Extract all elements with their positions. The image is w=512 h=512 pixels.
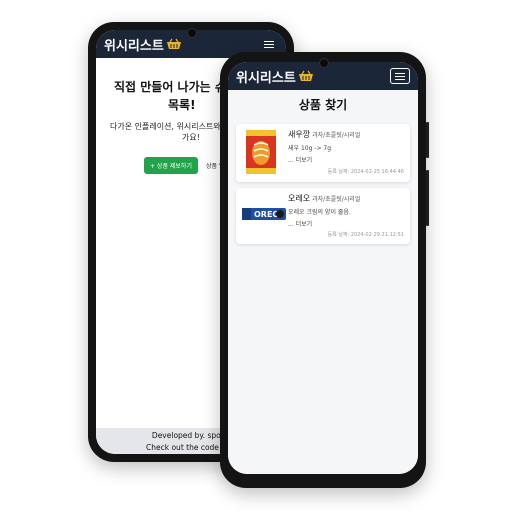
oreo-package-icon: OREO — [242, 208, 286, 220]
product-description: 오레오 크림의 양이 줄음. — [288, 209, 351, 216]
product-card[interactable]: 새우깡 과자/초콜릿/시리얼 새우 10g -> 7g ... 더보기 등록 날짜… — [236, 124, 410, 182]
read-more-link[interactable]: ... 더보기 — [288, 219, 312, 228]
svg-text:OREO: OREO — [254, 210, 279, 219]
registered-date: 등록 날짜: 2024-02-25 16:44:46 — [327, 169, 404, 175]
shrimp-cracker-bag-icon — [246, 130, 276, 174]
brand-name: 위시리스트 — [104, 38, 164, 54]
product-name: 새우깡 과자/초콜릿/시리얼 — [288, 130, 361, 139]
product-description: 새우 10g -> 7g — [288, 145, 332, 152]
report-product-button[interactable]: + 상품 제보하기 — [144, 157, 198, 174]
front-phone-frame: 위시리스트 상품 찾기 새우깡 과자/초콜릿/시리얼 새우 10g -> 7g … — [220, 52, 429, 488]
camera-notch — [319, 58, 329, 68]
front-phone-screen: 위시리스트 상품 찾기 새우깡 과자/초콜릿/시리얼 새우 10g -> 7g … — [228, 62, 418, 474]
volume-button — [426, 170, 429, 226]
product-category: 과자/초콜릿/시리얼 — [312, 132, 361, 139]
hamburger-menu-icon[interactable] — [260, 37, 278, 51]
brand-name: 위시리스트 — [236, 70, 296, 86]
product-name: 오레오 과자/초콜릿/시리얼 — [288, 194, 361, 203]
basket-icon — [298, 70, 313, 81]
basket-icon — [166, 38, 181, 49]
brand-logo[interactable]: 위시리스트 — [104, 35, 182, 54]
brand-logo[interactable]: 위시리스트 — [236, 67, 314, 86]
read-more-link[interactable]: ... 더보기 — [288, 155, 312, 164]
registered-date: 등록 날짜: 2024-02-29 21:12:51 — [327, 232, 404, 238]
hamburger-menu-icon[interactable] — [390, 68, 410, 84]
product-card[interactable]: OREO 오레오 과자/초콜릿/시리얼 오레오 크림의 양이 줄음. ... 더보… — [236, 188, 410, 244]
power-button — [426, 122, 429, 158]
camera-notch — [187, 28, 197, 38]
product-list-page: 상품 찾기 새우깡 과자/초콜릿/시리얼 새우 10g -> 7g ... 더보기… — [228, 90, 418, 474]
product-category: 과자/초콜릿/시리얼 — [312, 196, 361, 203]
page-title: 상품 찾기 — [298, 98, 348, 112]
